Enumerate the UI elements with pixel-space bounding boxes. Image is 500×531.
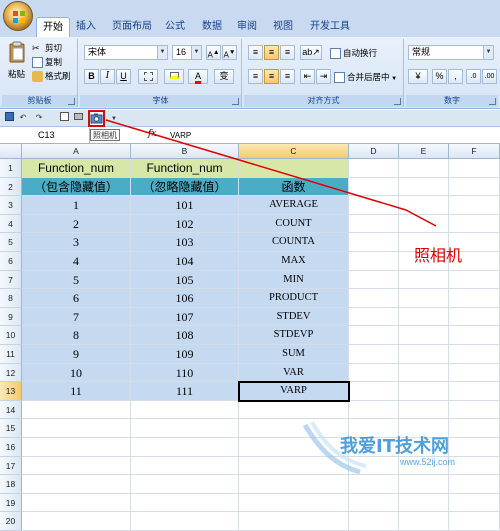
cell-e19[interactable] [399, 493, 449, 513]
cell-b19[interactable] [131, 493, 239, 513]
row-header-20[interactable]: 20 [0, 512, 22, 531]
camera-annotation-label: 照相机 [414, 246, 463, 265]
cell-f18[interactable] [449, 475, 500, 494]
cell-d19[interactable] [349, 493, 399, 513]
cell-e20[interactable] [399, 512, 449, 531]
cell-b20[interactable] [131, 512, 239, 531]
annotation-arrow [105, 119, 437, 227]
watermark-url: www.52ij.com [400, 457, 456, 467]
row-header-19[interactable]: 19 [0, 493, 22, 513]
excel-window: 开始 插入 页面布局 公式 数据 审阅 视图 开发工具 粘贴 ✂ 剪切 复制 格… [0, 0, 500, 531]
row-header-18[interactable]: 18 [0, 475, 22, 494]
cell-c20[interactable] [239, 512, 349, 531]
cell-a19[interactable] [22, 493, 131, 513]
cell-d18[interactable] [349, 475, 399, 494]
cell-b18[interactable] [131, 475, 239, 494]
cell-c19[interactable] [239, 493, 349, 513]
cell-a18[interactable] [22, 475, 131, 494]
cell-a20[interactable] [22, 512, 131, 531]
watermark-text: 我爱IT技术网 [340, 436, 449, 457]
cell-f20[interactable] [449, 512, 500, 531]
cell-d20[interactable] [349, 512, 399, 531]
cell-e18[interactable] [399, 475, 449, 494]
cell-c18[interactable] [239, 475, 349, 494]
cell-f19[interactable] [449, 493, 500, 513]
